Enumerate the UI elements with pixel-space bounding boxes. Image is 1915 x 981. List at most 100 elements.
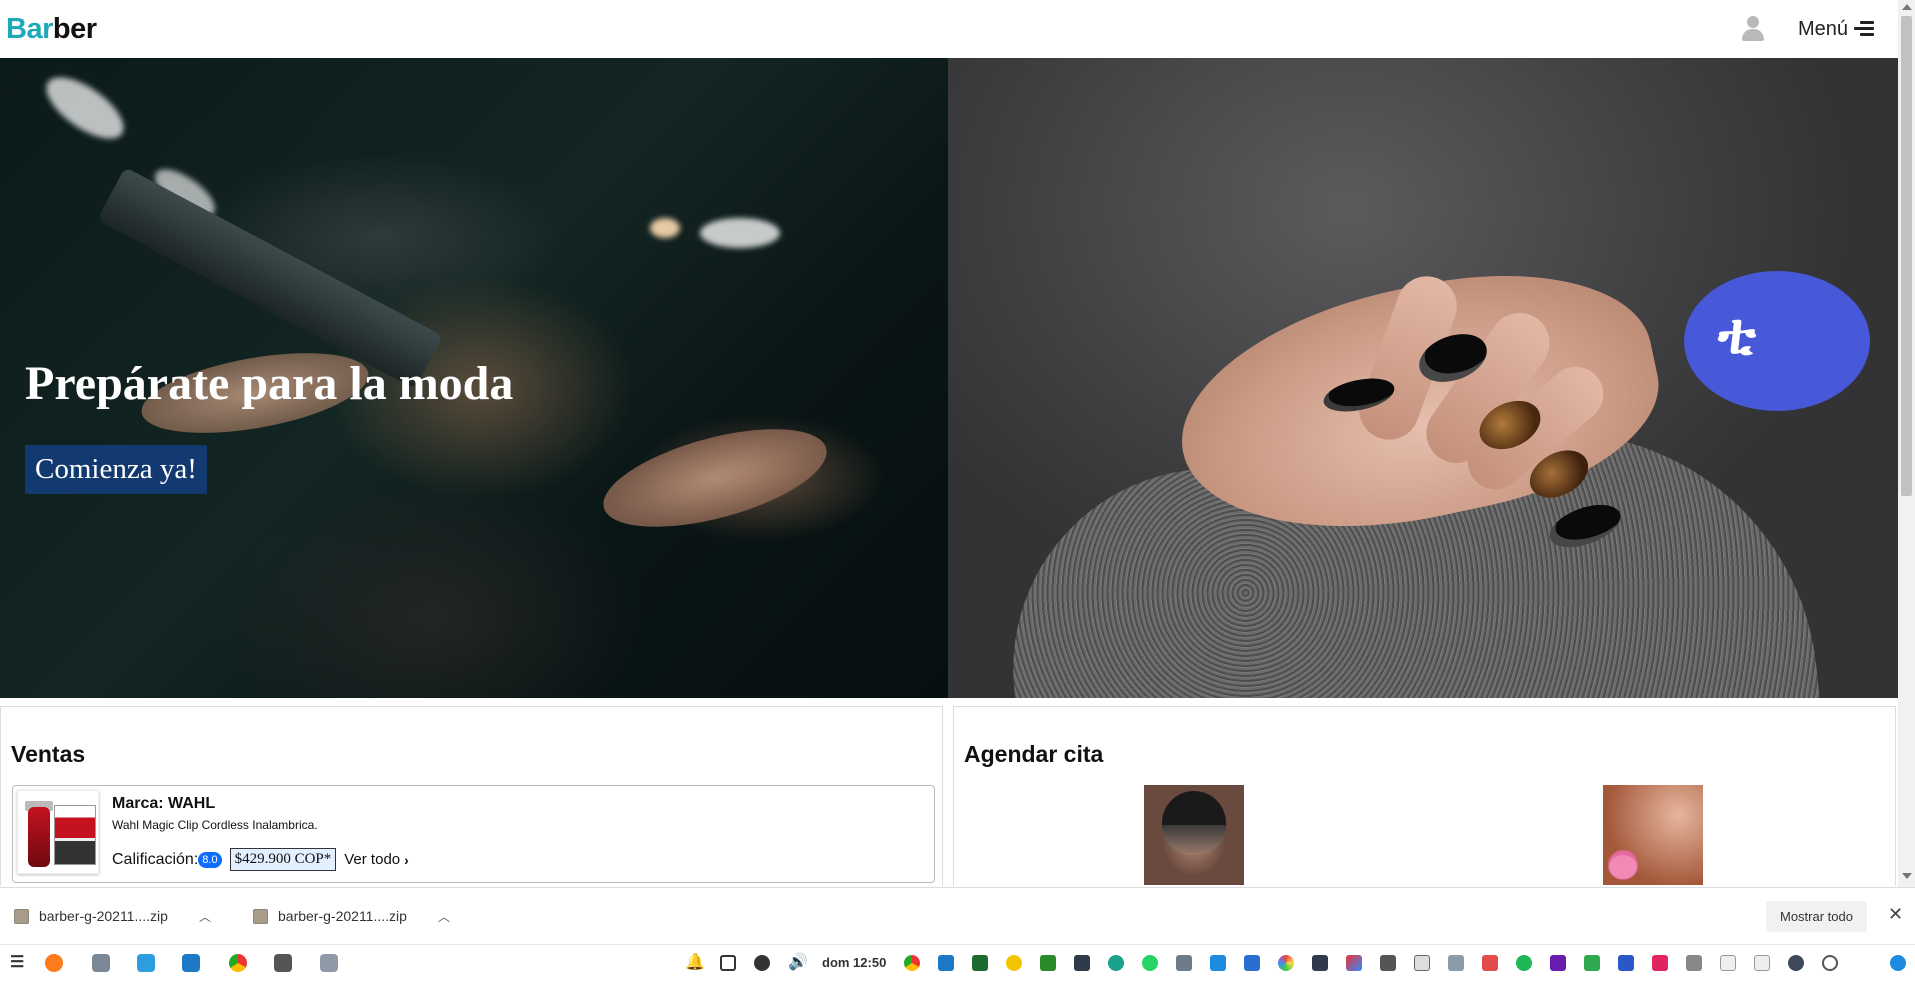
product-description: Wahl Magic Clip Cordless Inalambrica. [112,818,318,832]
navbar-actions: Menú [1741,16,1892,42]
spotify-tray-icon[interactable] [1516,955,1532,971]
studio-light [36,65,134,151]
hero-title: Prepárate para la moda [25,357,514,410]
menu-button[interactable]: Menú [1798,18,1874,41]
see-all-link[interactable]: Ver todo › [344,851,409,868]
download-filename: barber-g-20211....zip [278,908,407,924]
doc-tray-icon[interactable] [1652,955,1668,971]
doc-tray-icon[interactable] [1618,955,1634,971]
rating-badge: 8.0 [198,851,222,868]
terminal-tray-icon[interactable] [1074,955,1090,971]
scroll-thumb[interactable] [1901,16,1912,496]
vscode-tray-icon[interactable] [938,955,954,971]
os-taskbar: ☰ 🔔 🔊 dom 12:50 [0,944,1915,981]
appointment-heading: Agendar cita [964,741,1104,767]
power-icon[interactable] [754,955,770,971]
app-tray-icon[interactable] [1210,955,1226,971]
screenshot-icon[interactable] [137,954,155,972]
see-all-label: Ver todo [344,851,401,868]
download-item[interactable]: barber-g-20211....zip ︿ [14,908,239,925]
haircut-service-image[interactable] [1144,785,1244,885]
price-tag: $429.900 COP* [229,848,337,871]
archive-file-icon [253,908,268,924]
chat-widget-glyph: ቲ [1718,302,1756,365]
app-tray-icon[interactable] [1176,955,1192,971]
pedicure-service-image[interactable] [1603,785,1703,885]
menu-label: Menú [1797,17,1848,40]
chrome-icon[interactable] [229,954,247,972]
settings-tray-icon[interactable] [1822,955,1838,971]
hamburger-icon [1854,21,1874,37]
app-icon[interactable] [320,954,338,972]
firefox-icon[interactable] [45,954,63,972]
show-all-downloads-button[interactable]: Mostrar todo [1766,901,1867,932]
star-tray-icon[interactable] [1788,955,1804,971]
bell-icon[interactable]: 🔔 [685,952,705,972]
terminal-tray-icon[interactable] [1040,955,1056,971]
product-box-shape [54,805,96,865]
appointment-card: Agendar cita [953,706,1896,886]
hand-shape [593,409,837,547]
download-tray-icon[interactable] [1890,955,1906,971]
scroll-down-arrow-icon[interactable] [1902,873,1912,879]
sales-card: Ventas Marca: WAHL Wahl Magic Clip Cordl… [0,706,943,886]
app-tray-icon[interactable] [1244,955,1260,971]
navbar: Barber Menú [0,0,1898,58]
download-shelf: barber-g-20211....zip ︿ barber-g-20211..… [0,887,1915,944]
clipper-body-shape [28,807,50,867]
color-picker-tray-icon[interactable] [1278,955,1294,971]
user-tray-icon[interactable] [1108,955,1124,971]
clock[interactable]: dom 12:50 [822,955,886,970]
download-item[interactable]: barber-g-20211....zip ︿ [253,908,478,925]
brand-part-accent: Bar [6,12,53,45]
studio-light [700,218,780,248]
keyboard-tray-icon[interactable] [1720,955,1736,971]
app-tray-icon[interactable] [1380,955,1396,971]
app-tray-icon[interactable] [1346,955,1362,971]
chat-widget-icon[interactable]: ቲ [1684,271,1870,411]
sales-heading: Ventas [11,741,86,767]
chevron-up-icon[interactable]: ︿ [199,908,211,925]
vscode-icon[interactable] [182,954,200,972]
user-icon[interactable] [1741,16,1764,42]
whatsapp-tray-icon[interactable] [1142,955,1158,971]
app-tray-icon[interactable] [1754,955,1770,971]
close-icon[interactable]: ✕ [1888,904,1903,925]
product-item[interactable]: Marca: WAHL Wahl Magic Clip Cordless Ina… [12,785,935,883]
chevron-right-icon: › [404,851,409,868]
files-icon[interactable] [92,954,110,972]
user-icon-body [1741,29,1764,41]
monitor-tray-icon[interactable] [972,955,988,971]
rating-label: Calificación: [112,850,199,868]
chrome-tray-icon[interactable] [904,955,920,971]
volume-icon[interactable]: 🔊 [788,952,808,972]
app-tray-icon[interactable] [1414,955,1430,971]
hero-barber-image: Prepárate para la moda Comienza ya! [0,58,948,698]
launcher-icon[interactable]: ☰ [10,952,24,972]
scroll-up-arrow-icon[interactable] [1902,4,1912,10]
start-now-button[interactable]: Comienza ya! [25,445,207,494]
product-brand: Marca: WAHL [112,795,216,812]
flower-shape [1609,855,1637,879]
bolt-tray-icon[interactable] [1006,955,1022,971]
page-scrollbar[interactable] [1898,0,1915,887]
studio-light [650,218,680,238]
screen-icon[interactable] [720,955,736,971]
sheet-tray-icon[interactable] [1584,955,1600,971]
app-tray-icon[interactable] [1482,955,1498,971]
archive-file-icon [14,908,29,924]
brand-logo[interactable]: Barber [6,13,97,46]
chevron-up-icon[interactable]: ︿ [438,908,450,925]
media-tray-icon[interactable] [1550,955,1566,971]
product-image[interactable] [17,790,99,874]
hero-nails-image: ቲ [948,58,1898,698]
app-icon[interactable] [274,954,292,972]
user-icon-head [1746,16,1759,28]
brand-part-rest: ber [52,12,97,45]
app-tray-icon[interactable] [1686,955,1702,971]
browser-page: Barber Menú Prepárate para la moda Comie… [0,0,1915,981]
terminal-tray-icon[interactable] [1312,955,1328,971]
fade-shape [1162,825,1226,855]
app-tray-icon[interactable] [1448,955,1464,971]
product-meta-row: Calificación: 8.0 $429.900 COP* Ver todo… [112,848,409,871]
